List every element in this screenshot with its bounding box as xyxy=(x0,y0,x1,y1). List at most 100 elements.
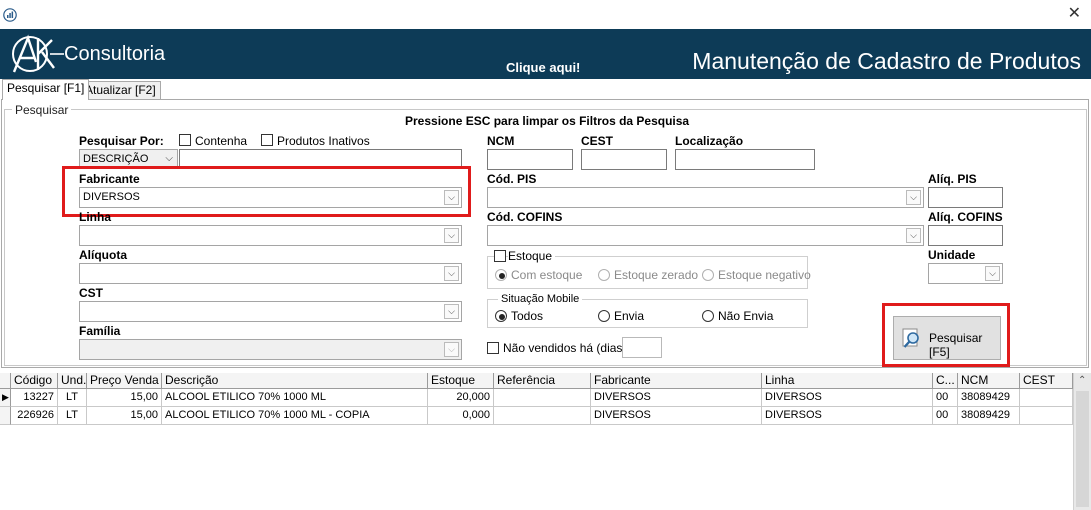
app-chart-icon xyxy=(3,8,17,22)
nao-vendidos-input[interactable] xyxy=(622,337,662,358)
grid-corner xyxy=(0,373,11,389)
table-cell[interactable] xyxy=(1020,407,1073,425)
table-cell[interactable]: 38089429 xyxy=(958,407,1020,425)
cest-input[interactable] xyxy=(581,149,667,170)
table-cell[interactable]: 15,00 xyxy=(87,389,162,407)
estoque-zerado-radio[interactable] xyxy=(598,269,610,281)
chevron-down-icon: ⌵ xyxy=(444,304,459,319)
scroll-up-icon[interactable]: ⌃ xyxy=(1078,375,1086,386)
ncm-input[interactable] xyxy=(487,149,573,170)
familia-dropdown[interactable]: ⌵ xyxy=(79,339,462,360)
aliquota-dropdown[interactable]: ⌵ xyxy=(79,263,462,284)
tab-pesquisar[interactable]: Pesquisar [F1] xyxy=(2,79,90,100)
column-header-ncm[interactable]: NCM xyxy=(958,373,1020,389)
column-header-estoque[interactable]: Estoque xyxy=(428,373,494,389)
table-cell[interactable]: 15,00 xyxy=(87,407,162,425)
nao-vendidos-label: Não vendidos há (dias) xyxy=(503,341,627,355)
unidade-dropdown[interactable]: ⌵ xyxy=(928,263,1003,284)
row-selector[interactable]: ▶ xyxy=(0,389,11,407)
column-header-und[interactable]: Und. xyxy=(58,373,87,389)
nao-envia-radio[interactable] xyxy=(702,310,714,322)
close-icon[interactable]: ✕ xyxy=(1068,5,1081,23)
table-cell[interactable]: 00 xyxy=(933,389,958,407)
contenha-checkbox[interactable] xyxy=(179,134,191,146)
com-estoque-radio[interactable] xyxy=(495,269,507,281)
unidade-label: Unidade xyxy=(928,248,976,262)
column-header-preco-venda[interactable]: Preço Venda xyxy=(87,373,162,389)
table-cell[interactable]: DIVERSOS xyxy=(762,389,933,407)
todos-radio[interactable] xyxy=(495,310,507,322)
chevron-down-icon: ⌵ xyxy=(906,190,921,205)
cst-dropdown[interactable]: ⌵ xyxy=(79,301,462,322)
aliq-pis-input[interactable] xyxy=(928,187,1003,208)
chevron-down-icon: ⌵ xyxy=(444,190,459,205)
column-header-c[interactable]: C... xyxy=(933,373,958,389)
cst-label: CST xyxy=(79,286,103,300)
fabricante-value: DIVERSOS xyxy=(83,191,140,203)
table-cell[interactable]: 13227 xyxy=(11,389,58,407)
row-selector[interactable] xyxy=(0,407,11,425)
column-header-codigo[interactable]: Código xyxy=(11,373,58,389)
table-cell[interactable] xyxy=(494,407,591,425)
cest-label: CEST xyxy=(581,134,614,148)
nao-vendidos-checkbox[interactable] xyxy=(487,342,499,354)
cod-pis-label: Cód. PIS xyxy=(487,172,537,186)
table-cell[interactable]: DIVERSOS xyxy=(762,407,933,425)
table-cell[interactable]: ALCOOL ETILICO 70% 1000 ML - COPIA xyxy=(162,407,428,425)
column-header-referencia[interactable]: Referência xyxy=(494,373,591,389)
contenha-label: Contenha xyxy=(195,134,248,148)
column-header-descricao[interactable]: Descrição xyxy=(162,373,428,389)
estoque-checkbox[interactable] xyxy=(494,250,506,262)
table-cell[interactable]: 20,000 xyxy=(428,389,494,407)
estoque-label: Estoque xyxy=(508,249,556,263)
scrollbar-thumb[interactable] xyxy=(1076,391,1089,507)
search-mode-value: DESCRIÇÃO xyxy=(83,153,149,165)
fabricante-dropdown[interactable]: DIVERSOS ⌵ xyxy=(79,187,462,208)
chevron-down-icon: ⌵ xyxy=(444,228,459,243)
groupbox-label: Pesquisar xyxy=(12,103,72,117)
linha-dropdown[interactable]: ⌵ xyxy=(79,225,462,246)
table-cell[interactable] xyxy=(1020,389,1073,407)
magnifier-icon xyxy=(902,328,919,348)
table-cell[interactable]: 00 xyxy=(933,407,958,425)
column-header-cest[interactable]: CEST xyxy=(1020,373,1073,389)
localizacao-label: Localização xyxy=(675,134,744,148)
table-cell[interactable]: DIVERSOS xyxy=(591,407,762,425)
table-cell[interactable]: 0,000 xyxy=(428,407,494,425)
table-cell[interactable]: 38089429 xyxy=(958,389,1020,407)
tab-atualizar[interactable]: Atualizar [F2] xyxy=(80,81,161,99)
produtos-inativos-checkbox[interactable] xyxy=(261,134,273,146)
estoque-negativo-radio[interactable] xyxy=(702,269,714,281)
chevron-down-icon: ⌵ xyxy=(444,342,459,357)
search-button[interactable]: Pesquisar [F5] xyxy=(893,316,1001,360)
table-cell[interactable]: 226926 xyxy=(11,407,58,425)
com-estoque-label: Com estoque xyxy=(511,268,583,282)
clique-aqui-link[interactable]: Clique aqui! xyxy=(506,60,580,75)
table-cell[interactable]: DIVERSOS xyxy=(591,389,762,407)
chevron-down-icon: ⌵ xyxy=(906,228,921,243)
column-header-fabricante[interactable]: Fabricante xyxy=(591,373,762,389)
cod-cofins-dropdown[interactable]: ⌵ xyxy=(487,225,924,246)
page-title: Manutenção de Cadastro de Produtos xyxy=(692,48,1081,74)
window-titlebar xyxy=(0,0,1091,28)
nao-envia-label: Não Envia xyxy=(718,309,774,323)
situacao-label: Situação Mobile xyxy=(498,293,583,305)
table-cell[interactable]: ALCOOL ETILICO 70% 1000 ML xyxy=(162,389,428,407)
vertical-scrollbar[interactable]: ⌃ xyxy=(1073,373,1091,510)
chevron-down-icon: ⌵ xyxy=(985,266,1000,281)
aliq-pis-label: Alíq. PIS xyxy=(928,172,977,186)
pesquisar-por-label: Pesquisar Por: xyxy=(79,134,164,148)
localizacao-input[interactable] xyxy=(675,149,815,170)
ncm-label: NCM xyxy=(487,134,515,148)
aliq-cofins-input[interactable] xyxy=(928,225,1003,246)
brand-name: Consultoria xyxy=(64,43,166,65)
cod-pis-dropdown[interactable]: ⌵ xyxy=(487,187,924,208)
envia-radio[interactable] xyxy=(598,310,610,322)
column-header-linha[interactable]: Linha xyxy=(762,373,933,389)
table-cell[interactable]: LT xyxy=(58,389,87,407)
cod-cofins-label: Cód. COFINS xyxy=(487,210,563,224)
company-logo xyxy=(12,34,64,73)
fabricante-label: Fabricante xyxy=(79,172,140,186)
table-cell[interactable] xyxy=(494,389,591,407)
table-cell[interactable]: LT xyxy=(58,407,87,425)
